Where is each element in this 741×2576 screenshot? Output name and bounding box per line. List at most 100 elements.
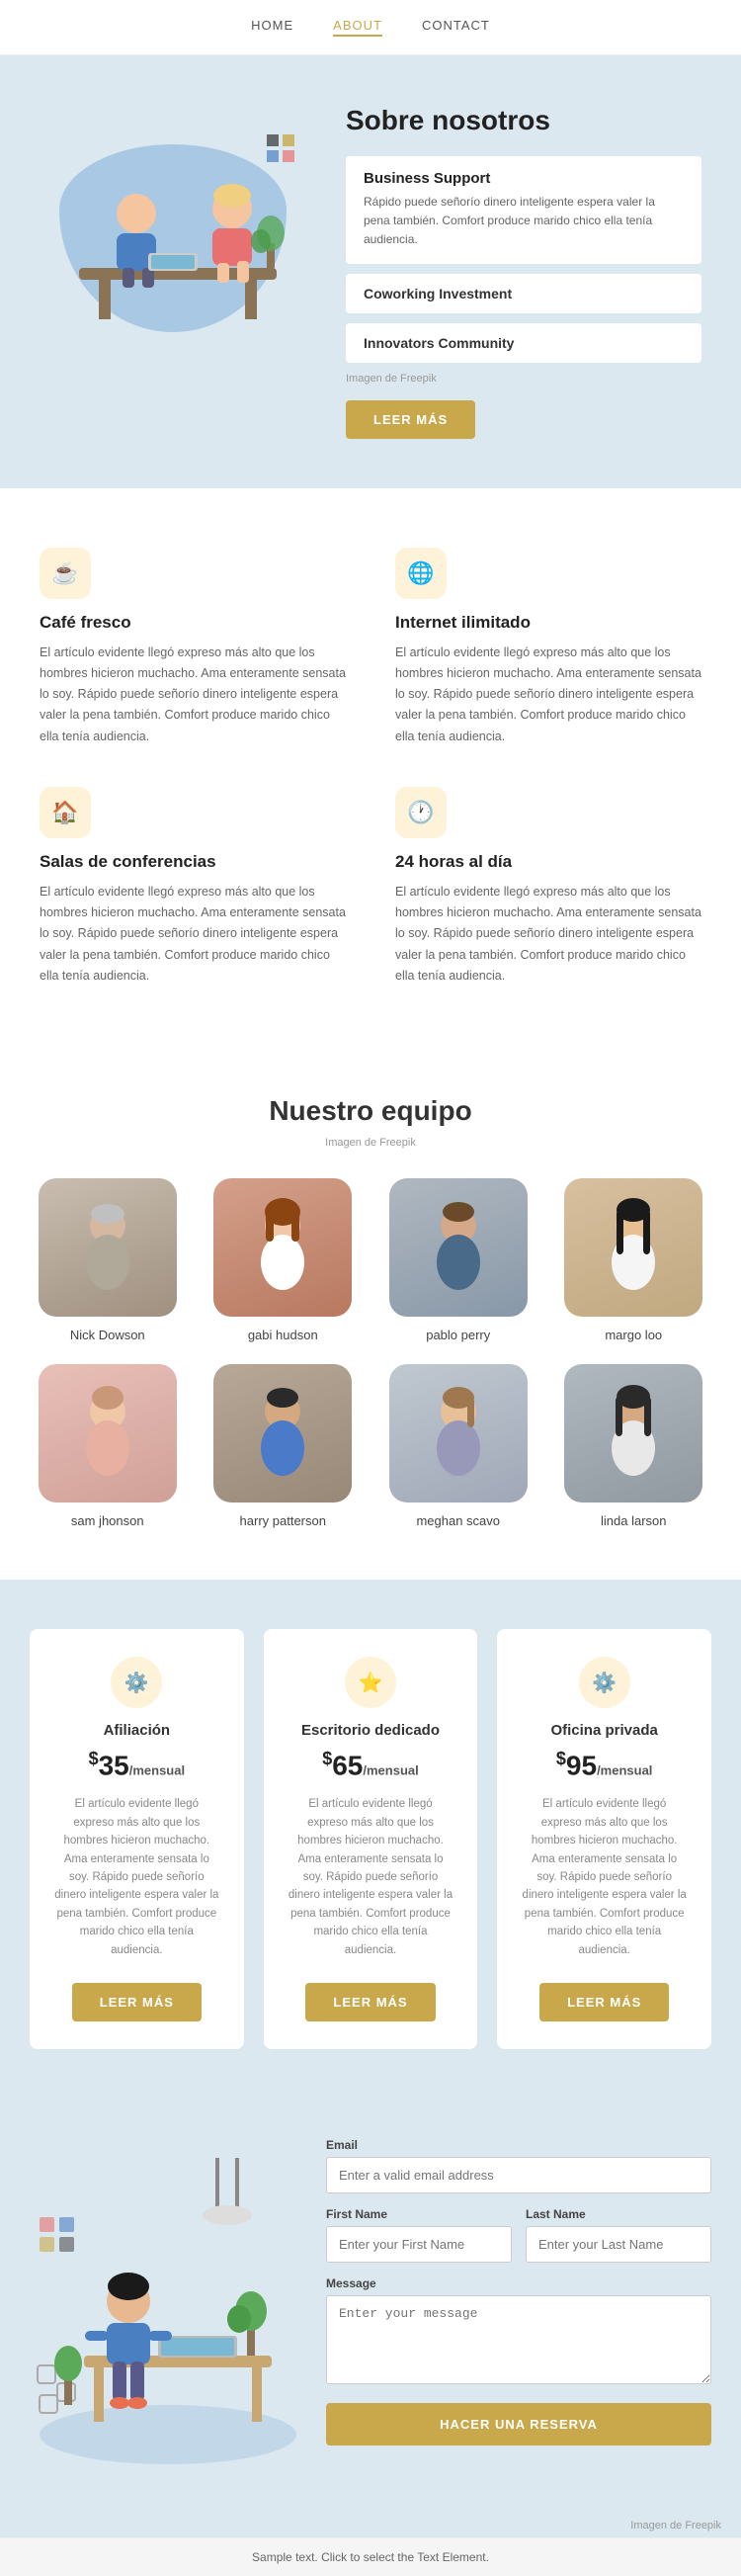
team-photo-1 (39, 1178, 177, 1317)
navigation: HOME ABOUT CONTACT (0, 0, 741, 55)
pricing-title-2: Escritorio dedicado (288, 1722, 454, 1739)
pricing-icon-1: ⚙️ (111, 1657, 162, 1708)
message-group: Message (326, 2276, 711, 2389)
about-section: Sobre nosotros Business Support Rápido p… (0, 55, 741, 488)
about-title: Sobre nosotros (346, 105, 701, 136)
amenities-section: ☕ Café fresco El artículo evidente llegó… (0, 488, 741, 1047)
team-name-6: harry patterson (240, 1513, 326, 1528)
team-image-credit: Imagen de Freepik (30, 1137, 711, 1149)
feature-cw-label: Coworking Investment (364, 286, 684, 301)
amenity-conference-title: Salas de conferencias (40, 852, 346, 872)
pricing-card-2: ⭐ Escritorio dedicado $65/mensual El art… (264, 1629, 478, 2049)
pricing-section: ⚙️ Afiliación $35/mensual El artículo ev… (0, 1580, 741, 2099)
pricing-title-3: Oficina privada (521, 1722, 688, 1739)
pricing-icon-3: ⚙️ (579, 1657, 630, 1708)
clock-icon: 🕐 (395, 787, 447, 838)
amenity-hours-title: 24 horas al día (395, 852, 701, 872)
name-row: First Name Last Name (326, 2207, 711, 2276)
feature-innovators[interactable]: Innovators Community (346, 323, 701, 363)
nav-about[interactable]: ABOUT (333, 18, 382, 37)
contact-illustration (30, 2138, 306, 2474)
team-member-7: meghan scavo (380, 1364, 536, 1530)
team-section: Nuestro equipo Imagen de Freepik Nick Do… (0, 1046, 741, 1580)
team-member-8: linda larson (556, 1364, 712, 1530)
sample-text-footer[interactable]: Sample text. Click to select the Text El… (0, 2537, 741, 2576)
team-name-7: meghan scavo (416, 1513, 500, 1528)
about-illustration (40, 105, 316, 332)
contact-form: Email First Name Last Name Message HACER… (326, 2138, 711, 2446)
contact-section: Email First Name Last Name Message HACER… (0, 2099, 741, 2514)
email-group: Email (326, 2138, 711, 2193)
team-member-2: gabi hudson (206, 1178, 362, 1344)
pricing-desc-3: El artículo evidente llegó expreso más a… (521, 1795, 688, 1959)
about-cta-button[interactable]: LEER MÁS (346, 400, 475, 439)
amenity-internet-text: El artículo evidente llegó expreso más a… (395, 643, 701, 747)
team-photo-2 (213, 1178, 352, 1317)
amenity-internet: 🌐 Internet ilimitado El artículo evident… (395, 548, 701, 747)
team-member-5: sam jhonson (30, 1364, 186, 1530)
person-avatar-2 (213, 1178, 352, 1317)
pricing-cta-3[interactable]: LEER MÁS (539, 1983, 669, 2021)
pricing-cta-1[interactable]: LEER MÁS (72, 1983, 202, 2021)
person-avatar-3 (389, 1178, 528, 1317)
pricing-cta-2[interactable]: LEER MÁS (305, 1983, 435, 2021)
contact-svg-illustration (30, 2138, 306, 2474)
team-photo-8 (564, 1364, 702, 1503)
team-photo-5 (39, 1364, 177, 1503)
message-textarea[interactable] (326, 2295, 711, 2384)
about-content: Sobre nosotros Business Support Rápido p… (346, 105, 701, 439)
firstname-group: First Name (326, 2207, 512, 2263)
team-name-1: Nick Dowson (70, 1328, 145, 1342)
pricing-desc-2: El artículo evidente llegó expreso más a… (288, 1795, 454, 1959)
person-avatar-8 (564, 1364, 702, 1503)
about-svg-illustration (49, 115, 306, 332)
person-avatar-6 (213, 1364, 352, 1503)
lastname-group: Last Name (526, 2207, 711, 2263)
feature-coworking[interactable]: Coworking Investment (346, 274, 701, 313)
submit-button[interactable]: HACER UNA RESERVA (326, 2403, 711, 2446)
team-photo-3 (389, 1178, 528, 1317)
team-name-5: sam jhonson (71, 1513, 144, 1528)
pricing-card-1: ⚙️ Afiliación $35/mensual El artículo ev… (30, 1629, 244, 2049)
team-title: Nuestro equipo (30, 1095, 711, 1127)
feature-business-support[interactable]: Business Support Rápido puede señorío di… (346, 156, 701, 264)
amenity-cafe-text: El artículo evidente llegó expreso más a… (40, 643, 346, 747)
pricing-icon-2: ⭐ (345, 1657, 396, 1708)
feature-bs-desc: Rápido puede señorío dinero inteligente … (364, 193, 684, 250)
amenity-cafe: ☕ Café fresco El artículo evidente llegó… (40, 548, 346, 747)
internet-icon: 🌐 (395, 548, 447, 599)
message-label: Message (326, 2276, 711, 2290)
lastname-input[interactable] (526, 2226, 711, 2263)
team-member-6: harry patterson (206, 1364, 362, 1530)
team-photo-7 (389, 1364, 528, 1503)
team-grid: Nick Dowson gabi hudson (30, 1178, 711, 1530)
firstname-label: First Name (326, 2207, 512, 2221)
team-member-1: Nick Dowson (30, 1178, 186, 1344)
lastname-label: Last Name (526, 2207, 711, 2221)
pricing-card-3: ⚙️ Oficina privada $95/mensual El artícu… (497, 1629, 711, 2049)
amenity-hours: 🕐 24 horas al día El artículo evidente l… (395, 787, 701, 987)
pricing-price-2: $65/mensual (288, 1749, 454, 1781)
amenity-conference: 🏠 Salas de conferencias El artículo evid… (40, 787, 346, 987)
team-name-8: linda larson (601, 1513, 667, 1528)
pricing-title-1: Afiliación (53, 1722, 220, 1739)
email-input[interactable] (326, 2157, 711, 2193)
pricing-desc-1: El artículo evidente llegó expreso más a… (53, 1795, 220, 1959)
pricing-price-1: $35/mensual (53, 1749, 220, 1781)
amenity-hours-text: El artículo evidente llegó expreso más a… (395, 882, 701, 987)
firstname-input[interactable] (326, 2226, 512, 2263)
nav-home[interactable]: HOME (251, 18, 293, 37)
team-member-4: margo loo (556, 1178, 712, 1344)
team-photo-4 (564, 1178, 702, 1317)
team-photo-6 (213, 1364, 352, 1503)
nav-contact[interactable]: CONTACT (422, 18, 490, 37)
amenity-conference-text: El artículo evidente llegó expreso más a… (40, 882, 346, 987)
feature-bs-label: Business Support (364, 170, 684, 187)
about-image-credit: Imagen de Freepik (346, 373, 701, 385)
pricing-price-3: $95/mensual (521, 1749, 688, 1781)
feature-inn-label: Innovators Community (364, 335, 684, 351)
amenity-internet-title: Internet ilimitado (395, 613, 701, 633)
contact-image-credit: Imagen de Freepik (0, 2514, 741, 2537)
cafe-icon: ☕ (40, 548, 91, 599)
team-name-2: gabi hudson (248, 1328, 318, 1342)
